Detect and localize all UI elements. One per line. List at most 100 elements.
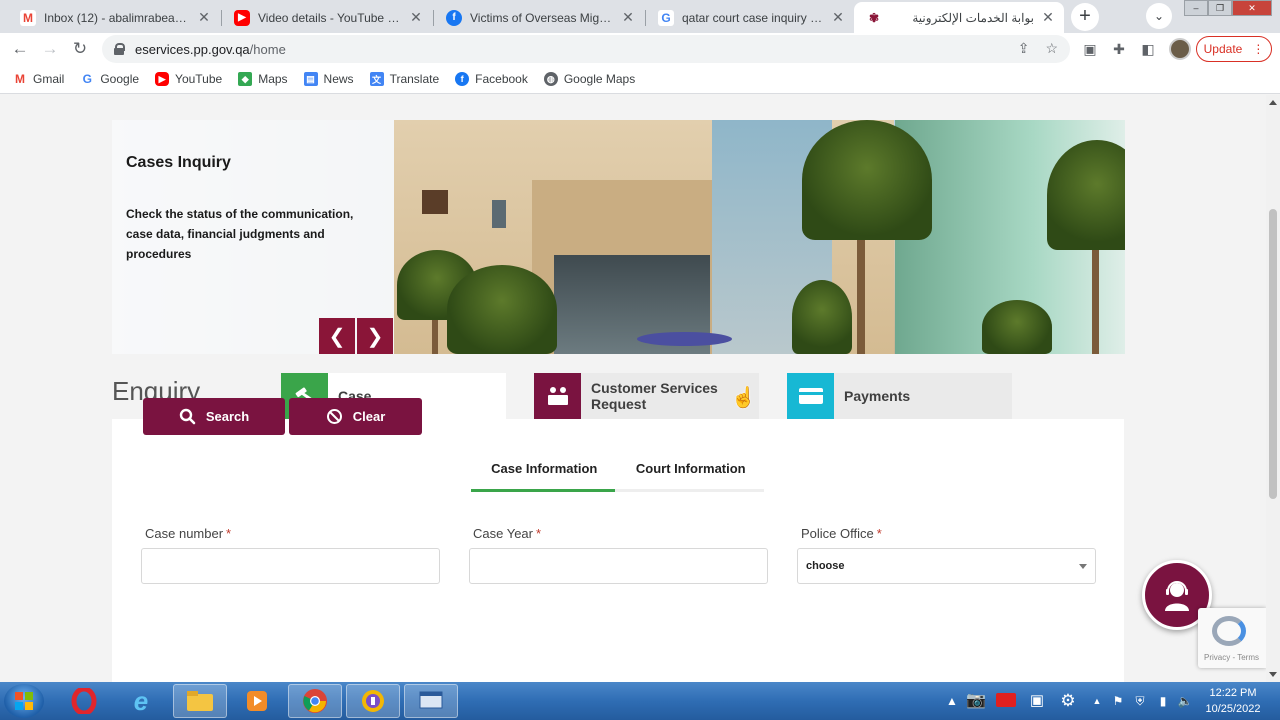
address-bar[interactable]: eservices.pp.gov.qa/home ⇪ ☆ bbox=[102, 35, 1070, 63]
taskbar-internet-explorer[interactable]: e bbox=[114, 684, 168, 718]
side-panel-icon[interactable]: ◧ bbox=[1139, 40, 1157, 58]
folder-icon bbox=[187, 691, 213, 711]
reload-icon[interactable]: ↻ bbox=[69, 38, 91, 60]
close-icon[interactable]: ✕ bbox=[408, 9, 424, 26]
close-icon[interactable]: ✕ bbox=[830, 9, 846, 26]
window-close-button[interactable]: ✕ bbox=[1232, 0, 1272, 16]
police-office-label: Police Office * bbox=[801, 526, 882, 541]
bookmark-star-icon[interactable]: ☆ bbox=[1045, 40, 1058, 57]
bookmark-google[interactable]: G Google bbox=[80, 72, 139, 86]
page-viewport: Cases Inquiry Check the status of the co… bbox=[0, 95, 1266, 682]
close-icon[interactable]: ✕ bbox=[196, 9, 212, 26]
bookmark-translate[interactable]: 文 Translate bbox=[369, 72, 439, 86]
case-number-input[interactable] bbox=[141, 548, 440, 584]
case-subtabs: Case Information Court Information bbox=[471, 459, 765, 492]
taskbar-chrome[interactable] bbox=[288, 684, 342, 718]
recaptcha-badge[interactable]: Privacy - Terms bbox=[1198, 608, 1266, 668]
carousel-prev-button[interactable]: ❮ bbox=[319, 318, 355, 354]
show-hidden-icons-icon[interactable]: ▲ bbox=[1089, 693, 1105, 709]
page-scrollbar[interactable] bbox=[1266, 95, 1280, 682]
browser-tab-gmail[interactable]: M Inbox (12) - abalimrabea@gm ✕ bbox=[8, 2, 220, 33]
browser-tab-strip: M Inbox (12) - abalimrabea@gm ✕ ▶ Video … bbox=[0, 0, 1280, 33]
record-icon[interactable] bbox=[994, 693, 1018, 709]
taskbar-file-explorer[interactable] bbox=[173, 684, 227, 718]
subtab-case-information[interactable]: Case Information bbox=[471, 459, 618, 489]
taskbar-app[interactable] bbox=[404, 684, 458, 718]
police-office-select[interactable]: choose bbox=[797, 548, 1096, 584]
hero-carousel: Cases Inquiry Check the status of the co… bbox=[112, 120, 1125, 354]
bookmarks-bar: M Gmail G Google ▶ YouTube ◆ Maps ▤ News 文 Tra… bbox=[0, 65, 1280, 94]
maximize-button[interactable]: ❐ bbox=[1208, 0, 1232, 16]
forward-arrow-icon[interactable]: → bbox=[39, 38, 61, 60]
extension-icon[interactable]: ▣ bbox=[1081, 40, 1099, 58]
chevron-right-icon: ❯ bbox=[366, 325, 384, 348]
clear-button[interactable]: Clear bbox=[289, 398, 422, 435]
taskbar-media-player[interactable] bbox=[230, 684, 284, 718]
bookmark-news[interactable]: ▤ News bbox=[303, 72, 354, 86]
update-button[interactable]: Update ⋮ bbox=[1196, 36, 1272, 62]
hand-cursor-icon: ☝ bbox=[731, 387, 756, 409]
subtab-court-information[interactable]: Court Information bbox=[618, 459, 765, 489]
clock-time: 12:22 PM bbox=[1209, 687, 1257, 699]
share-icon[interactable]: ⇪ bbox=[1018, 40, 1030, 57]
taskbar-vpn-app[interactable] bbox=[346, 684, 400, 718]
recaptcha-privacy-link[interactable]: Privacy bbox=[1204, 653, 1230, 662]
bookmark-facebook[interactable]: f Facebook bbox=[455, 72, 528, 86]
case-year-input[interactable] bbox=[469, 548, 768, 584]
network-signal-icon[interactable]: ▮ bbox=[1155, 693, 1171, 709]
internet-explorer-icon: e bbox=[133, 685, 149, 716]
back-arrow-icon[interactable]: ← bbox=[9, 38, 31, 60]
close-icon[interactable]: ✕ bbox=[1040, 9, 1056, 26]
subtab-active-indicator bbox=[471, 489, 615, 492]
browser-tab-eservices[interactable]: ✾ بوابة الخدمات الإلكترونية ✕ bbox=[854, 2, 1064, 33]
dropdown-caret-icon bbox=[1079, 563, 1087, 569]
tray-pin-icon[interactable]: ▲ bbox=[944, 693, 960, 709]
bookmark-google-maps[interactable]: ◍ Google Maps bbox=[543, 72, 635, 86]
screen-icon[interactable]: ▣ bbox=[1027, 693, 1047, 709]
browser-tab-youtube-studio[interactable]: ▶ Video details - YouTube Studio ✕ bbox=[222, 2, 432, 33]
bookmark-maps[interactable]: ◆ Maps bbox=[238, 72, 288, 86]
police-office-selected: choose bbox=[806, 560, 845, 572]
card-icon bbox=[787, 373, 834, 419]
scroll-down-arrow-icon[interactable] bbox=[1269, 672, 1277, 677]
tab-customer-services-request[interactable]: Customer Services Request bbox=[534, 373, 759, 419]
facebook-icon: f bbox=[446, 9, 462, 26]
ban-icon bbox=[326, 409, 342, 424]
lock-icon bbox=[114, 43, 125, 55]
new-tab-button[interactable]: + bbox=[1071, 3, 1099, 31]
minimize-button[interactable]: – bbox=[1184, 0, 1208, 16]
tab-payments[interactable]: Payments bbox=[787, 373, 1012, 419]
security-icon[interactable]: ⛨ bbox=[1132, 693, 1148, 709]
browser-tab-facebook[interactable]: f Victims of Overseas Migration ✕ bbox=[434, 2, 644, 33]
headset-agent-icon bbox=[1165, 581, 1189, 611]
tab-payments-label: Payments bbox=[844, 388, 911, 404]
flag-icon[interactable]: ⚑ bbox=[1110, 693, 1126, 709]
scrollbar-thumb[interactable] bbox=[1269, 209, 1277, 499]
chevron-left-icon: ❮ bbox=[328, 325, 346, 348]
bookmark-gmail[interactable]: M Gmail bbox=[13, 72, 64, 86]
search-button[interactable]: Search bbox=[143, 398, 285, 435]
gear-icon[interactable]: ⚙ bbox=[1058, 692, 1078, 709]
hero-description: Check the status of the communication, c… bbox=[126, 207, 354, 261]
tab-search-chevron-icon[interactable]: ⌄ bbox=[1146, 3, 1172, 29]
close-icon[interactable]: ✕ bbox=[620, 9, 636, 26]
browser-toolbar: ← → ↻ eservices.pp.gov.qa/home ⇪ ☆ ▣ ✚ ◧… bbox=[0, 33, 1280, 65]
url-host: eservices.pp.gov.qa bbox=[135, 41, 250, 57]
start-button[interactable] bbox=[4, 684, 44, 718]
scroll-up-arrow-icon[interactable] bbox=[1269, 100, 1277, 105]
profile-avatar[interactable] bbox=[1169, 38, 1191, 60]
puzzle-extensions-icon[interactable]: ✚ bbox=[1110, 40, 1128, 58]
taskbar-opera[interactable] bbox=[57, 684, 111, 718]
browser-tab-google-search[interactable]: G qatar court case inquiry - Goo ✕ bbox=[646, 2, 854, 33]
url-path: /home bbox=[249, 41, 286, 57]
youtube-icon: ▶ bbox=[234, 9, 250, 26]
recaptcha-terms-link[interactable]: Terms bbox=[1237, 653, 1259, 662]
system-clock[interactable]: 12:22 PM 10/25/2022 bbox=[1200, 685, 1266, 717]
camera-icon[interactable]: 📷 bbox=[966, 693, 986, 709]
volume-icon[interactable]: 🔈 bbox=[1177, 693, 1193, 709]
windows-logo-icon bbox=[15, 692, 33, 710]
bookmark-youtube[interactable]: ▶ YouTube bbox=[155, 72, 222, 86]
window-controls: – ❐ ✕ bbox=[1184, 0, 1272, 16]
carousel-next-button[interactable]: ❯ bbox=[357, 318, 393, 354]
opera-icon bbox=[71, 688, 97, 714]
